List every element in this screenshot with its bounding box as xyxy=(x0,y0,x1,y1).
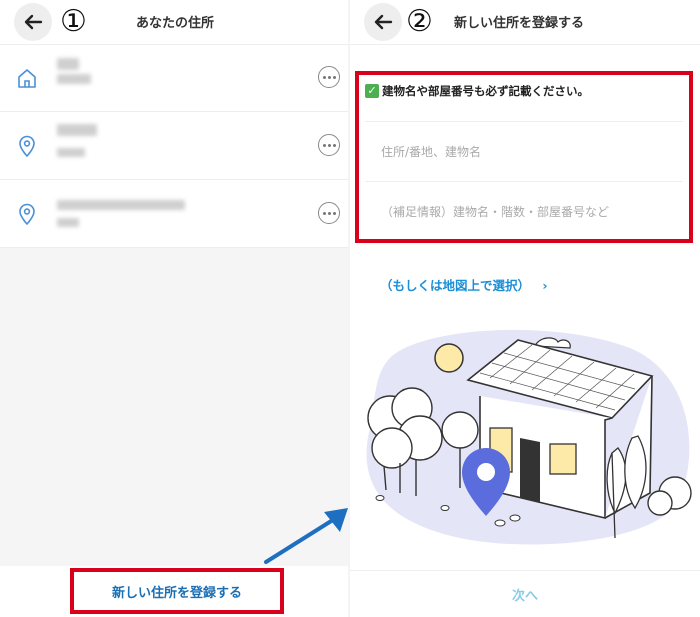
back-button[interactable] xyxy=(364,3,402,41)
blurred-address-text xyxy=(57,200,185,210)
more-options-button[interactable] xyxy=(318,66,340,88)
supplement-input[interactable] xyxy=(379,182,673,242)
header: ① あなたの住所 xyxy=(0,0,348,45)
register-new-address-button[interactable]: 新しい住所を登録する xyxy=(70,568,284,614)
supplement-field-row xyxy=(365,181,683,242)
new-address-screen: ② 新しい住所を登録する ✓ 建物名や部屋番号も必ず記載ください。 （もしくは地… xyxy=(350,0,700,617)
notice-text: 建物名や部屋番号も必ず記載ください。 xyxy=(382,84,589,98)
check-icon: ✓ xyxy=(365,84,379,98)
address-input[interactable] xyxy=(379,122,673,182)
address-form: ✓ 建物名や部屋番号も必ず記載ください。 xyxy=(355,71,693,243)
page-title: 新しい住所を登録する xyxy=(454,16,585,31)
blurred-address-text xyxy=(57,148,85,157)
more-options-button[interactable] xyxy=(318,202,340,224)
location-pin-icon xyxy=(19,135,35,158)
address-item[interactable] xyxy=(0,112,348,180)
blurred-address-text xyxy=(57,124,97,136)
house-illustration xyxy=(366,329,692,545)
home-icon xyxy=(18,69,36,88)
location-pin-icon xyxy=(19,203,35,226)
back-button[interactable] xyxy=(14,3,52,41)
address-item[interactable] xyxy=(0,180,348,248)
guide-arrow-icon xyxy=(264,508,348,564)
select-on-map-link[interactable]: （もしくは地図上で選択） › xyxy=(380,275,548,294)
address-item-home[interactable] xyxy=(0,44,348,112)
back-arrow-icon xyxy=(24,14,43,30)
header: ② 新しい住所を登録する xyxy=(350,0,700,45)
map-link-label: （もしくは地図上で選択） xyxy=(380,278,531,293)
blurred-address-text xyxy=(57,74,91,84)
notice: ✓ 建物名や部屋番号も必ず記載ください。 xyxy=(365,83,589,99)
more-options-button[interactable] xyxy=(318,134,340,156)
step-number: ① xyxy=(60,4,87,39)
back-arrow-icon xyxy=(374,14,393,30)
page-title: あなたの住所 xyxy=(136,16,215,31)
address-field-row xyxy=(365,121,683,182)
chevron-right-icon: › xyxy=(542,278,548,293)
next-button[interactable]: 次へ xyxy=(350,570,700,617)
blurred-address-text xyxy=(57,58,79,70)
step-number: ② xyxy=(406,4,433,39)
blurred-address-text xyxy=(57,218,79,227)
